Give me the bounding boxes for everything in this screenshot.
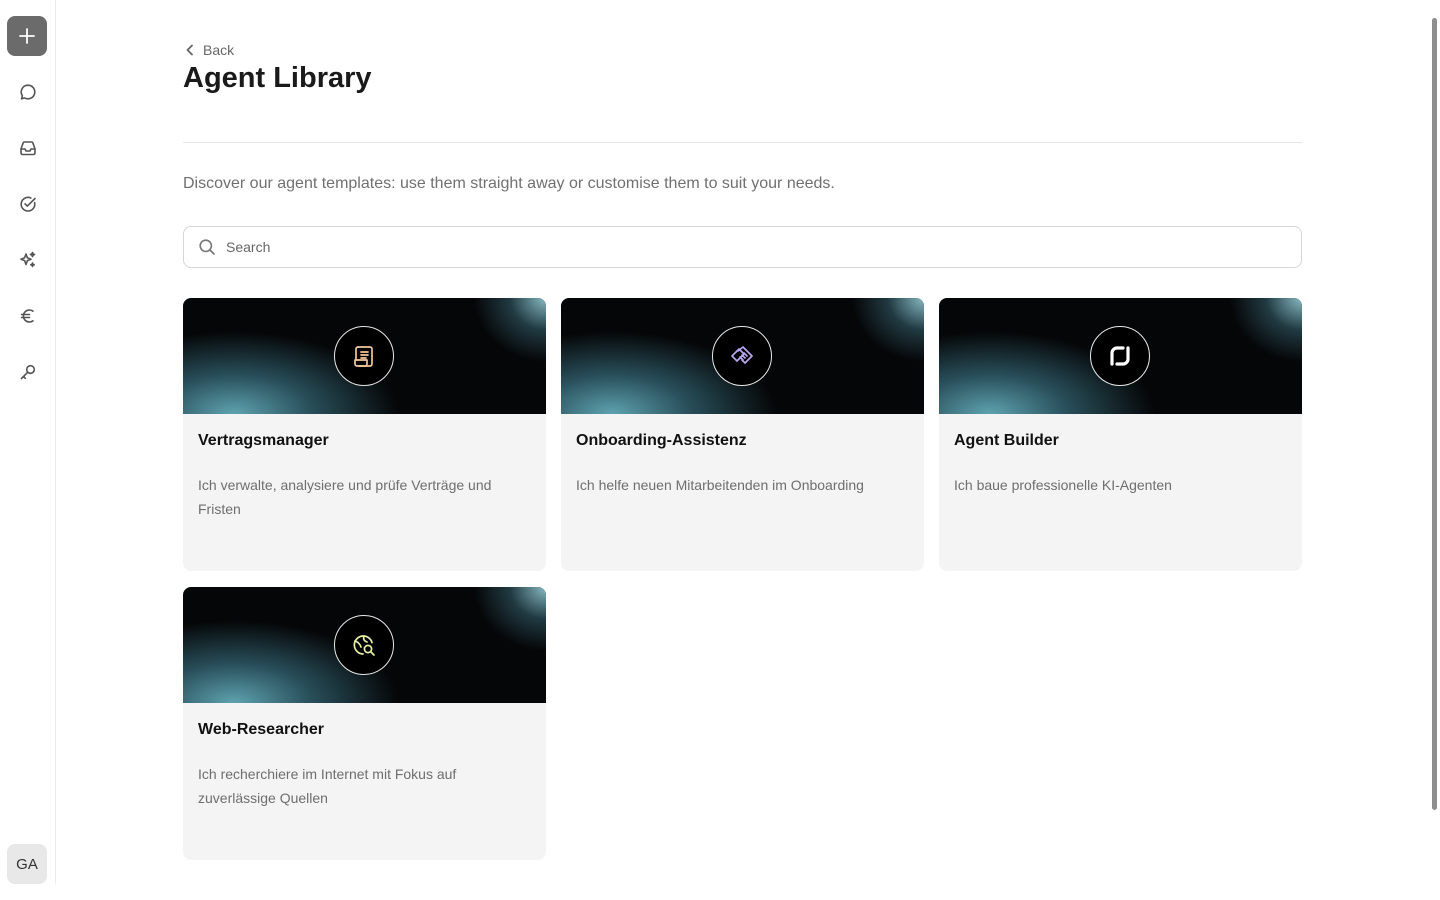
- card-icon-badge: [712, 326, 772, 386]
- handshake-icon: [731, 346, 753, 364]
- nav-inbox[interactable]: [16, 136, 40, 160]
- back-link[interactable]: Back: [183, 42, 234, 58]
- back-label: Back: [203, 42, 235, 58]
- card-description: Ich baue professionelle KI-Agenten: [954, 477, 1172, 493]
- search-input[interactable]: [226, 239, 1286, 255]
- agent-card-vertragsmanager[interactable]: Vertragsmanager Ich verwalte, analysiere…: [183, 298, 546, 571]
- nav-agents[interactable]: [16, 248, 40, 272]
- check-circle-icon: [20, 196, 36, 212]
- nav-api-keys[interactable]: [16, 360, 40, 384]
- card-icon-badge: [334, 326, 394, 386]
- page-description: Discover our agent templates: use them s…: [183, 175, 835, 192]
- euro-icon: [20, 309, 34, 323]
- search-bar[interactable]: [183, 226, 1302, 268]
- search-icon: [199, 239, 215, 255]
- builder-logo-icon: [1110, 346, 1130, 366]
- plus-icon: [19, 28, 35, 44]
- page-scrollbar[interactable]: [1432, 18, 1437, 810]
- key-icon: [20, 364, 36, 380]
- card-title: Vertragsmanager: [198, 432, 329, 449]
- nav-billing[interactable]: [16, 304, 40, 328]
- sparkles-icon: [20, 251, 36, 268]
- card-icon-badge: [1090, 326, 1150, 386]
- agent-card-agent-builder[interactable]: Agent Builder Ich baue professionelle KI…: [939, 298, 1302, 571]
- sidebar: GA: [0, 0, 56, 884]
- card-title: Onboarding-Assistenz: [576, 432, 747, 449]
- nav-chat[interactable]: [16, 80, 40, 104]
- new-chat-button[interactable]: [7, 16, 47, 56]
- card-title: Web-Researcher: [198, 721, 324, 738]
- card-description: Ich helfe neuen Mitarbeitenden im Onboar…: [576, 477, 864, 493]
- chat-icon: [20, 84, 36, 100]
- agent-card-onboarding-assistenz[interactable]: Onboarding-Assistenz Ich helfe neuen Mit…: [561, 298, 924, 571]
- globe-search-icon: [353, 635, 375, 656]
- inbox-icon: [20, 141, 36, 156]
- page-title: Agent Library: [183, 62, 372, 94]
- scroll-icon: [354, 346, 373, 367]
- chevron-left-icon: [186, 44, 193, 56]
- card-icon-badge: [334, 615, 394, 675]
- divider: [183, 142, 1302, 143]
- card-title: Agent Builder: [954, 432, 1059, 449]
- card-description: Ich verwalte, analysiere und prüfe Vertr…: [198, 477, 492, 517]
- avatar-initials: GA: [16, 855, 38, 873]
- nav-tasks[interactable]: [16, 192, 40, 216]
- card-description: Ich recherchiere im Internet mit Fokus a…: [198, 766, 457, 806]
- user-avatar[interactable]: GA: [7, 844, 47, 884]
- agent-card-web-researcher[interactable]: Web-Researcher Ich recherchiere im Inter…: [183, 587, 546, 860]
